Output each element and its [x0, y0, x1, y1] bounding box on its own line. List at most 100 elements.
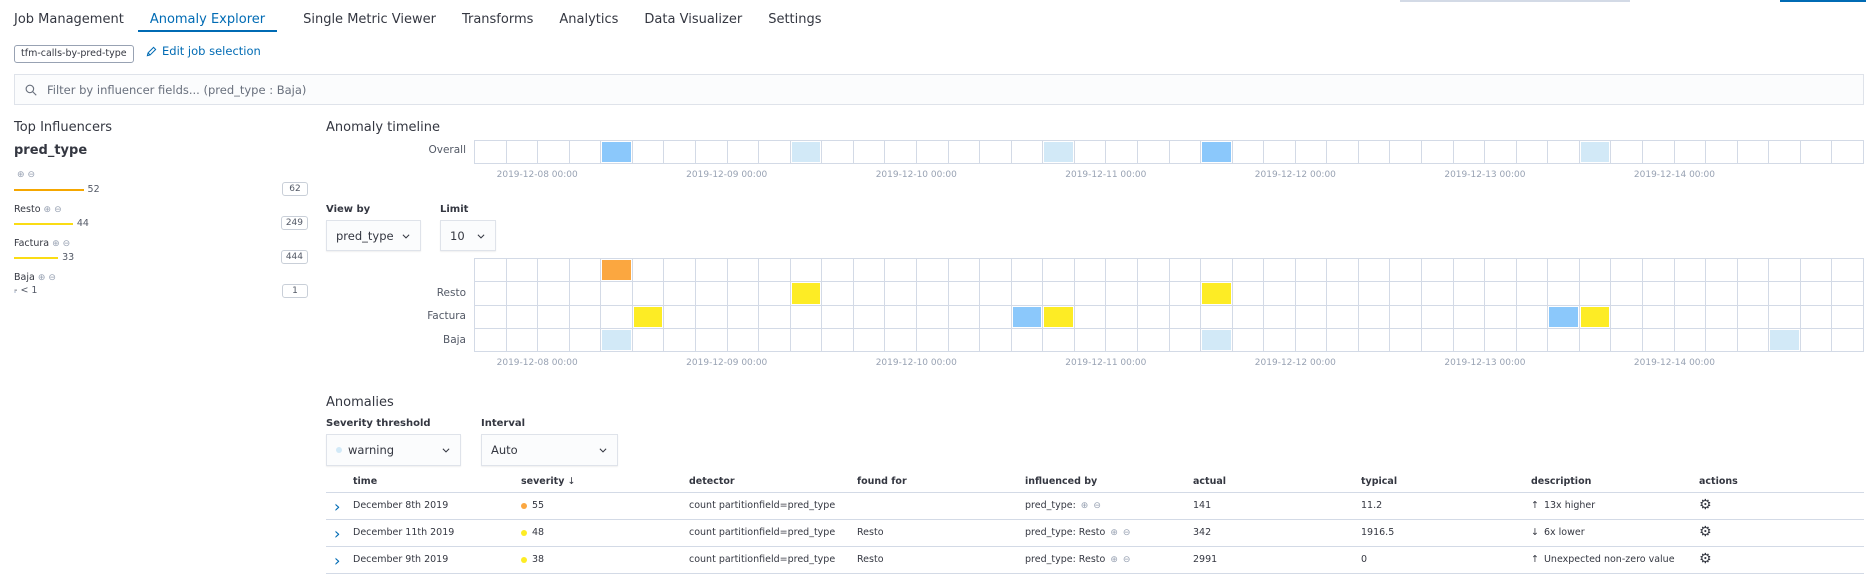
swimlane-baja-cell[interactable]	[1706, 328, 1738, 352]
swimlane-resto-cell[interactable]	[1832, 282, 1864, 306]
swimlane-blank-cell[interactable]	[632, 259, 665, 283]
gear-icon[interactable]: ⚙	[1699, 551, 1712, 567]
swimlane-baja-cell[interactable]	[1137, 328, 1170, 352]
overall-cell[interactable]	[1643, 141, 1675, 164]
overall-cell[interactable]	[1611, 141, 1644, 164]
swimlane-blank-cell[interactable]	[1137, 259, 1170, 283]
swimlane-baja-cell[interactable]	[1043, 328, 1075, 352]
limit-select[interactable]: 10	[440, 220, 496, 251]
overall-cell[interactable]	[727, 141, 760, 164]
filter-plus-icon[interactable]: ⊕	[38, 273, 46, 283]
swimlane-blank-cell[interactable]	[853, 259, 886, 283]
tab-settings[interactable]: Settings	[768, 12, 821, 32]
overall-cell[interactable]	[1422, 141, 1454, 164]
swimlane-resto-cell[interactable]	[1769, 282, 1801, 306]
swimlane-resto-cell[interactable]	[569, 282, 602, 306]
swimlane-blank-cell[interactable]	[569, 259, 602, 283]
swimlane-resto-cell[interactable]	[1390, 282, 1423, 306]
swimlane-baja-cell[interactable]	[1295, 328, 1328, 352]
swimlane-factura-cell[interactable]	[1264, 305, 1296, 329]
swimlane-blank-cell[interactable]	[1327, 259, 1359, 283]
swimlane-factura-cell[interactable]	[1422, 305, 1454, 329]
swimlane-factura-cell[interactable]	[695, 305, 728, 329]
swimlane-blank-cell[interactable]	[1579, 259, 1612, 283]
swimlane-resto-cell[interactable]	[1264, 282, 1296, 306]
swimlane-blank-cell[interactable]	[916, 259, 949, 283]
overall-cell[interactable]	[1358, 141, 1391, 164]
filter-plus-icon[interactable]: ⊕	[52, 239, 60, 249]
filter-minus-icon[interactable]: ⊖	[54, 205, 62, 215]
swimlane-resto-cell[interactable]	[664, 282, 696, 306]
swimlane-blank-cell[interactable]	[475, 259, 507, 283]
filter-plus-icon[interactable]: ⊕	[44, 205, 52, 215]
overall-cell[interactable]	[1232, 141, 1265, 164]
swimlane-blank-cell[interactable]	[1074, 259, 1107, 283]
swimlane-resto-cell[interactable]	[1706, 282, 1738, 306]
swimlane-resto-cell[interactable]	[727, 282, 760, 306]
swimlane-resto-cell[interactable]	[1516, 282, 1549, 306]
swimlane-blank-cell[interactable]	[1485, 259, 1517, 283]
swimlane-baja-cell[interactable]	[1106, 328, 1138, 352]
swimlane-resto-cell[interactable]	[1643, 282, 1675, 306]
swimlane-factura-cell[interactable]	[885, 305, 917, 329]
swimlane-blank-cell[interactable]	[1390, 259, 1423, 283]
swimlane-resto-cell[interactable]	[1201, 282, 1233, 306]
swimlane-blank-cell[interactable]	[1706, 259, 1738, 283]
overall-cell[interactable]	[1169, 141, 1202, 164]
overall-cell[interactable]	[1453, 141, 1486, 164]
swimlane-resto-cell[interactable]	[1074, 282, 1107, 306]
swimlane-resto-cell[interactable]	[916, 282, 949, 306]
swimlane-factura-cell[interactable]	[1579, 305, 1612, 329]
filter-minus-icon[interactable]: ⊖	[48, 273, 56, 283]
swimlane-factura-cell[interactable]	[1800, 305, 1833, 329]
swimlane-baja-cell[interactable]	[1011, 328, 1044, 352]
swimlane-factura-cell[interactable]	[1169, 305, 1202, 329]
swimlane-factura-cell[interactable]	[1674, 305, 1707, 329]
swimlane-resto-cell[interactable]	[1137, 282, 1170, 306]
swimlane-resto-cell[interactable]	[1327, 282, 1359, 306]
view-by-select[interactable]: pred_type	[326, 220, 421, 251]
swimlane-resto-cell[interactable]	[1548, 282, 1580, 306]
swimlane-resto-cell[interactable]	[695, 282, 728, 306]
swimlane-blank-cell[interactable]	[1358, 259, 1391, 283]
influencer-label[interactable]: Baja	[14, 272, 35, 283]
swimlane-factura-cell[interactable]	[1643, 305, 1675, 329]
swimlane-baja-cell[interactable]	[1548, 328, 1580, 352]
overall-cell[interactable]	[885, 141, 917, 164]
expand-row-chevron-icon[interactable]: ›	[334, 551, 340, 570]
swimlane-factura-cell[interactable]	[853, 305, 886, 329]
overall-cell[interactable]	[1706, 141, 1738, 164]
swimlane-factura-cell[interactable]	[1295, 305, 1328, 329]
swimlane-factura-cell[interactable]	[759, 305, 791, 329]
gear-icon[interactable]: ⚙	[1699, 524, 1712, 540]
influencer-filter-input[interactable]: Filter by influencer fields... (pred_typ…	[14, 74, 1864, 105]
severity-threshold-select[interactable]: warning	[326, 434, 461, 466]
swimlane-factura-cell[interactable]	[1485, 305, 1517, 329]
column-header-detector[interactable]: detector	[689, 476, 735, 487]
overall-cell[interactable]	[1074, 141, 1107, 164]
influencer-label[interactable]: Factura	[14, 238, 49, 249]
swimlane-baja-cell[interactable]	[1485, 328, 1517, 352]
swimlane-baja-cell[interactable]	[885, 328, 917, 352]
swimlane-resto-cell[interactable]	[1011, 282, 1044, 306]
swimlane-resto-cell[interactable]	[853, 282, 886, 306]
overall-cell[interactable]	[790, 141, 823, 164]
swimlane-blank-cell[interactable]	[790, 259, 823, 283]
swimlane-factura-cell[interactable]	[916, 305, 949, 329]
swimlane-factura-cell[interactable]	[1611, 305, 1644, 329]
swimlane-baja-cell[interactable]	[980, 328, 1012, 352]
overall-swimlane[interactable]	[474, 140, 1864, 164]
swimlane-baja-cell[interactable]	[632, 328, 665, 352]
filter-plus-icon[interactable]: ⊕	[1110, 555, 1118, 565]
swimlane-resto-cell[interactable]	[759, 282, 791, 306]
tab-data-visualizer[interactable]: Data Visualizer	[644, 12, 742, 32]
swimlane-blank-cell[interactable]	[1106, 259, 1138, 283]
filter-plus-icon[interactable]: ⊕	[1110, 528, 1118, 538]
overall-cell[interactable]	[506, 141, 539, 164]
swimlane-blank-cell[interactable]	[1422, 259, 1454, 283]
swimlane-resto-cell[interactable]	[1232, 282, 1265, 306]
swimlane-resto-cell[interactable]	[1295, 282, 1328, 306]
swimlane-baja-cell[interactable]	[853, 328, 886, 352]
swimlane-baja-cell[interactable]	[475, 328, 507, 352]
swimlane-blank-cell[interactable]	[538, 259, 570, 283]
